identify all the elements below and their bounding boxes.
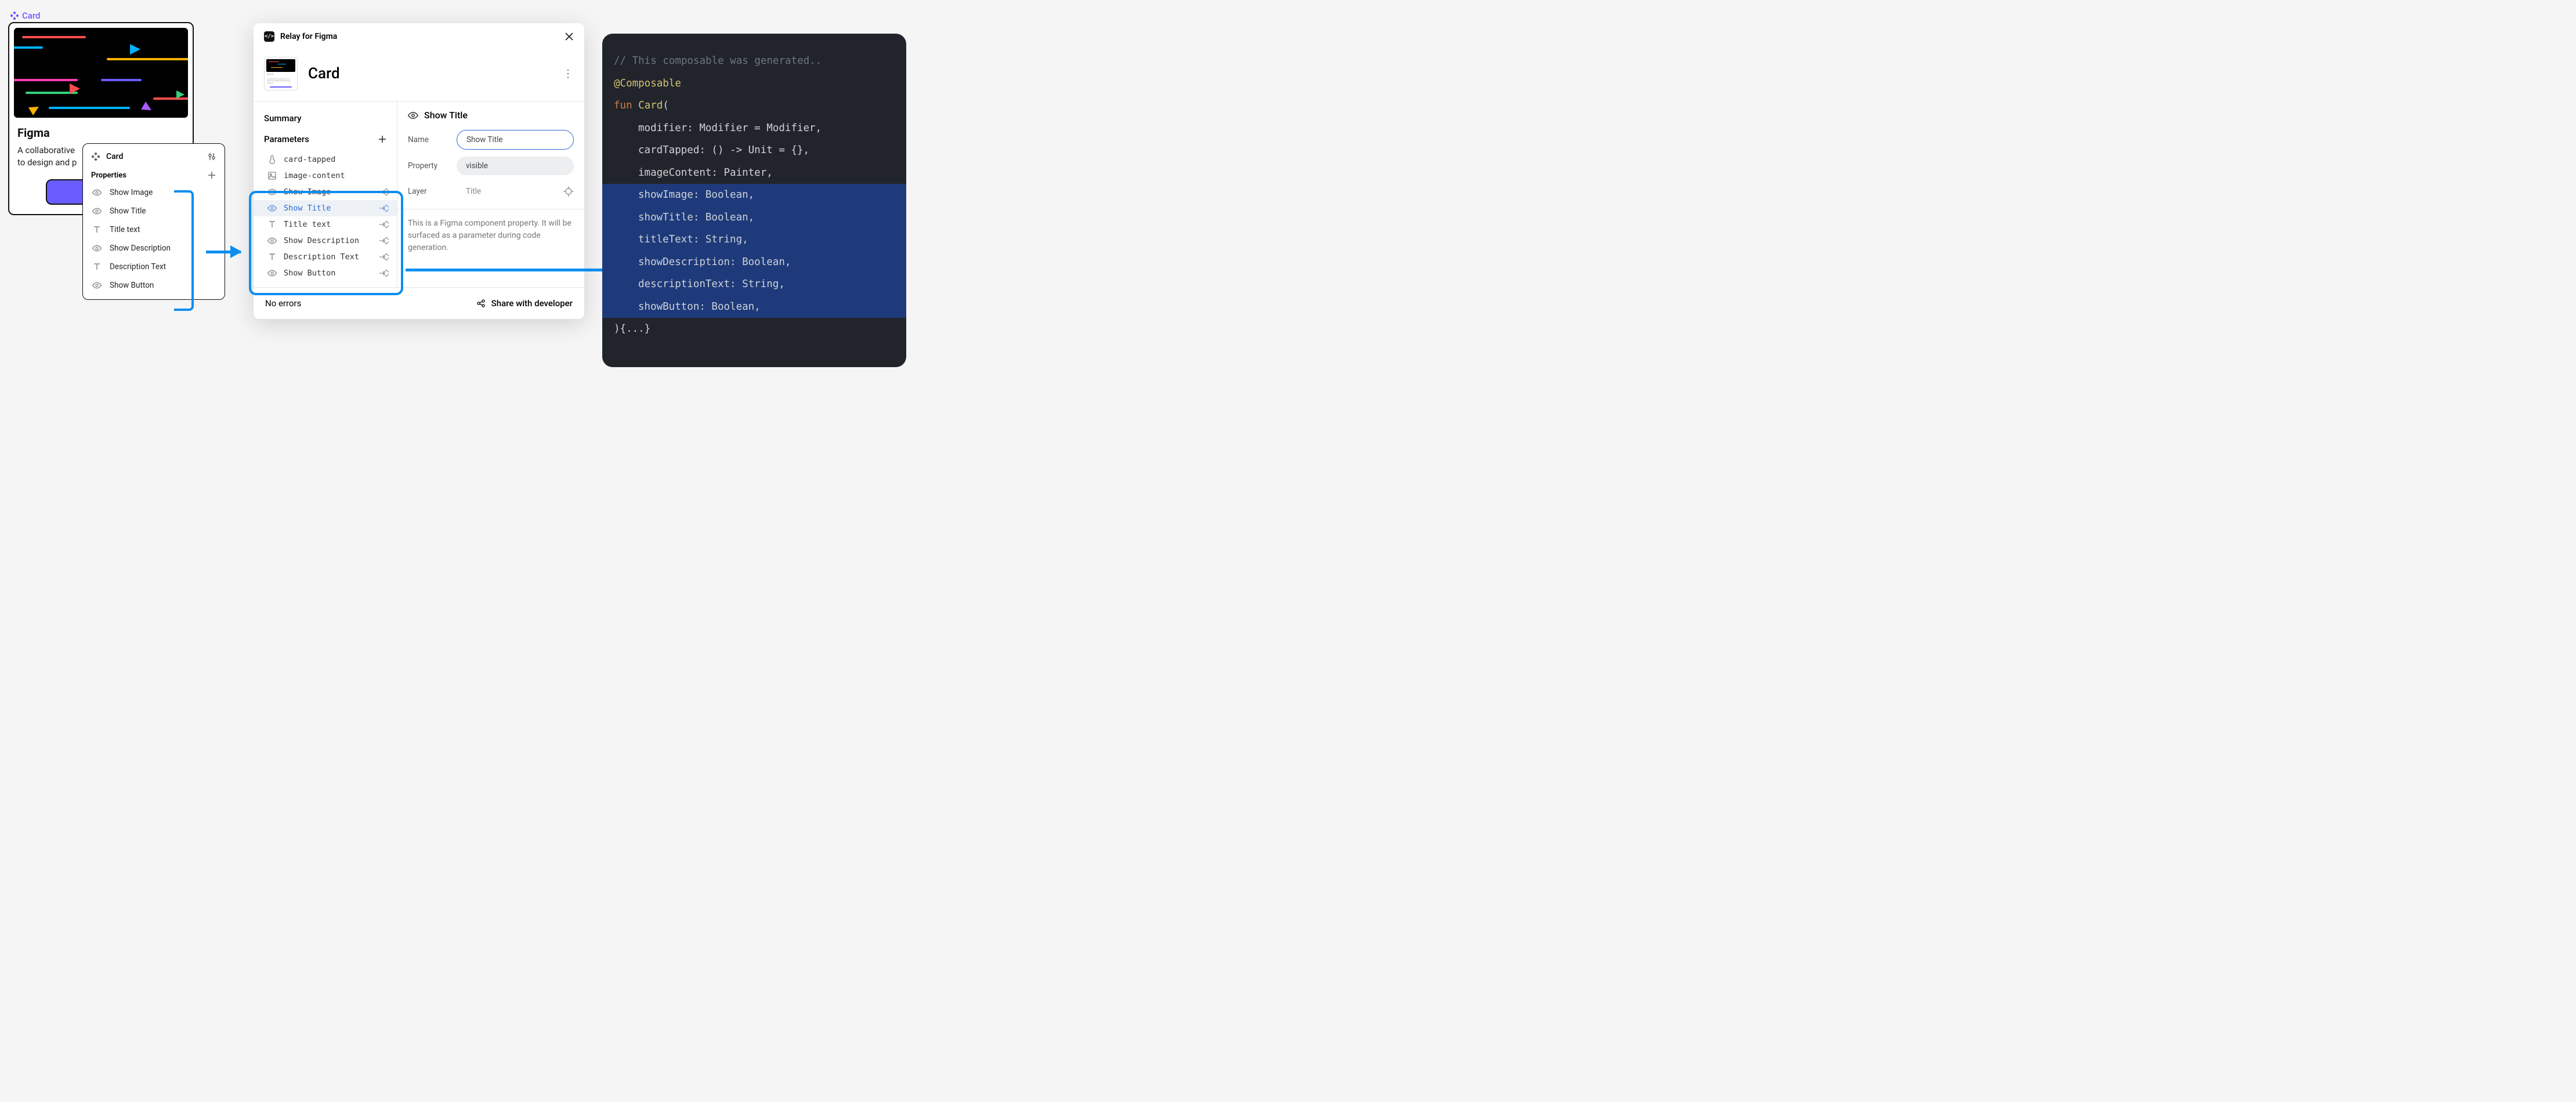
plus-icon[interactable] [207, 171, 216, 180]
eye-icon [92, 188, 102, 197]
property-label: Show Title [110, 206, 146, 216]
card-hero-image [14, 28, 188, 118]
property-label: Show Image [110, 188, 153, 197]
property-label: Show Description [110, 244, 171, 253]
relay-component-title: Card [308, 65, 340, 82]
property-item[interactable]: Description Text [83, 258, 225, 276]
eye-icon [92, 206, 102, 216]
properties-section-label: Properties [91, 171, 126, 180]
code-line-highlighted: showButton: Boolean, [602, 296, 906, 318]
code-line-highlighted: showDescription: Boolean, [602, 251, 906, 274]
parameters-section-label: Parameters [264, 134, 309, 144]
properties-panel: Card Properties Show Image Show Title Ti… [82, 143, 225, 300]
code-closing: ){...} [614, 323, 650, 335]
property-item[interactable]: Show Image [83, 183, 225, 202]
layer-value: Title [457, 182, 556, 201]
code-line-highlighted: titleText: String, [602, 229, 906, 251]
text-icon [92, 262, 102, 271]
card-title: Figma [17, 126, 184, 140]
code-panel: // This composable was generated.. @Comp… [602, 34, 906, 367]
target-icon[interactable] [563, 186, 574, 197]
eye-icon [408, 110, 418, 121]
component-icon [91, 152, 100, 161]
component-thumbnail: Figma A collaborative design tool for te… [264, 57, 298, 90]
component-name: Card [22, 10, 41, 21]
code-line: modifier: Modifier = Modifier, [614, 117, 822, 140]
eye-icon [92, 244, 102, 253]
summary-section-label[interactable]: Summary [254, 110, 397, 130]
property-label: Description Text [110, 262, 166, 271]
image-icon [267, 171, 277, 180]
property-value: visible [457, 157, 574, 175]
property-item[interactable]: Show Description [83, 239, 225, 258]
kebab-menu-icon[interactable]: ⋮ [563, 68, 574, 80]
code-line: cardTapped: () -> Unit = {}, [614, 139, 809, 162]
share-icon [476, 299, 486, 308]
relay-logo-icon: </> [264, 31, 274, 42]
close-icon[interactable] [565, 32, 574, 41]
parameter-item[interactable]: card-tapped [254, 151, 397, 168]
property-item[interactable]: Show Button [83, 276, 225, 295]
parameter-label: image-content [284, 171, 345, 180]
code-fn-name: Card [638, 100, 663, 111]
property-item[interactable]: Title text [83, 220, 225, 239]
adjust-icon[interactable] [207, 152, 216, 161]
property-label: Title text [110, 225, 140, 234]
text-icon [92, 225, 102, 234]
callout-bracket [174, 190, 194, 311]
callout-box [249, 191, 403, 295]
property-label: Show Button [110, 281, 154, 290]
detail-title: Show Title [424, 110, 468, 121]
share-button[interactable]: Share with developer [476, 298, 573, 309]
tap-icon [267, 155, 277, 164]
code-line: imageContent: Painter, [614, 162, 773, 184]
parameter-label: card-tapped [284, 155, 335, 164]
property-label: Property [408, 161, 450, 171]
name-label: Name [408, 135, 450, 144]
layer-label: Layer [408, 187, 450, 196]
code-annotation: @Composable [614, 78, 681, 89]
share-label: Share with developer [491, 298, 573, 309]
flow-arrow [406, 269, 626, 271]
help-text: This is a Figma component property. It w… [408, 217, 574, 254]
eye-icon [92, 281, 102, 290]
code-line-highlighted: descriptionText: String, [602, 273, 906, 296]
code-line-highlighted: showImage: Boolean, [602, 184, 906, 206]
code-comment: // This composable was generated.. [614, 55, 822, 67]
parameter-item[interactable]: image-content [254, 168, 397, 184]
code-keyword: fun [614, 100, 632, 111]
property-item[interactable]: Show Title [83, 202, 225, 220]
status-text: No errors [265, 298, 301, 309]
plus-icon[interactable] [378, 135, 386, 143]
flow-arrow [206, 251, 241, 253]
component-icon [10, 12, 19, 20]
code-line-highlighted: showTitle: Boolean, [602, 206, 906, 229]
name-input[interactable]: Show Title [457, 130, 574, 150]
props-panel-title: Card [106, 152, 123, 161]
figma-component-label: Card [10, 10, 41, 21]
relay-app-name: Relay for Figma [280, 32, 337, 41]
